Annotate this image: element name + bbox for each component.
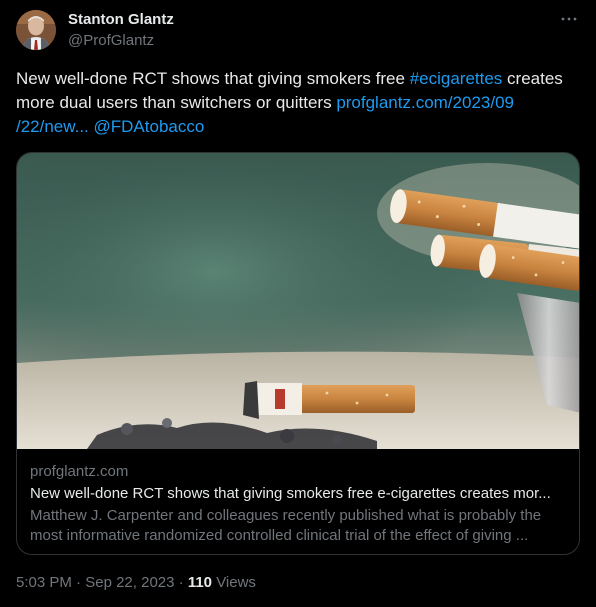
views-label: Views: [216, 574, 256, 591]
author-name[interactable]: Stanton Glantz: [68, 11, 174, 28]
card-description: Matthew J. Carpenter and colleagues rece…: [30, 507, 542, 544]
meta-separator: ·: [71, 574, 86, 591]
tweet-text: New well-done RCT shows that giving smok…: [16, 67, 576, 139]
views-count: 110: [187, 574, 213, 591]
more-horizontal-icon[interactable]: [560, 10, 578, 33]
tweet-header: Stanton Glantz @ProfGlantz: [16, 10, 580, 54]
link-preview-card[interactable]: profglantz.com New well-done RCT shows t…: [16, 152, 580, 555]
article-link-part1[interactable]: profglantz.com/2023/09: [336, 93, 514, 112]
card-domain: profglantz.com: [30, 463, 129, 480]
card-meta: profglantz.com New well-done RCT shows t…: [30, 462, 570, 546]
tweet-date[interactable]: Sep 22, 2023: [85, 574, 174, 591]
avatar[interactable]: [16, 10, 56, 50]
card-title[interactable]: New well-done RCT shows that giving smok…: [30, 484, 570, 504]
hashtag-link[interactable]: #ecigarettes: [410, 69, 503, 88]
author-handle[interactable]: @ProfGlantz: [68, 32, 154, 49]
article-link-part2[interactable]: /22/new...: [16, 117, 89, 136]
meta-separator-2: ·: [174, 574, 188, 591]
tweet-time[interactable]: 5:03 PM: [16, 574, 72, 591]
tweet-text-part1: New well-done RCT shows that giving smok…: [16, 69, 410, 88]
mention-link[interactable]: @FDAtobacco: [94, 117, 205, 136]
tweet-meta: 5:03 PM · Sep 22, 2023 · 110 Views: [16, 574, 256, 591]
card-image[interactable]: [17, 153, 580, 449]
